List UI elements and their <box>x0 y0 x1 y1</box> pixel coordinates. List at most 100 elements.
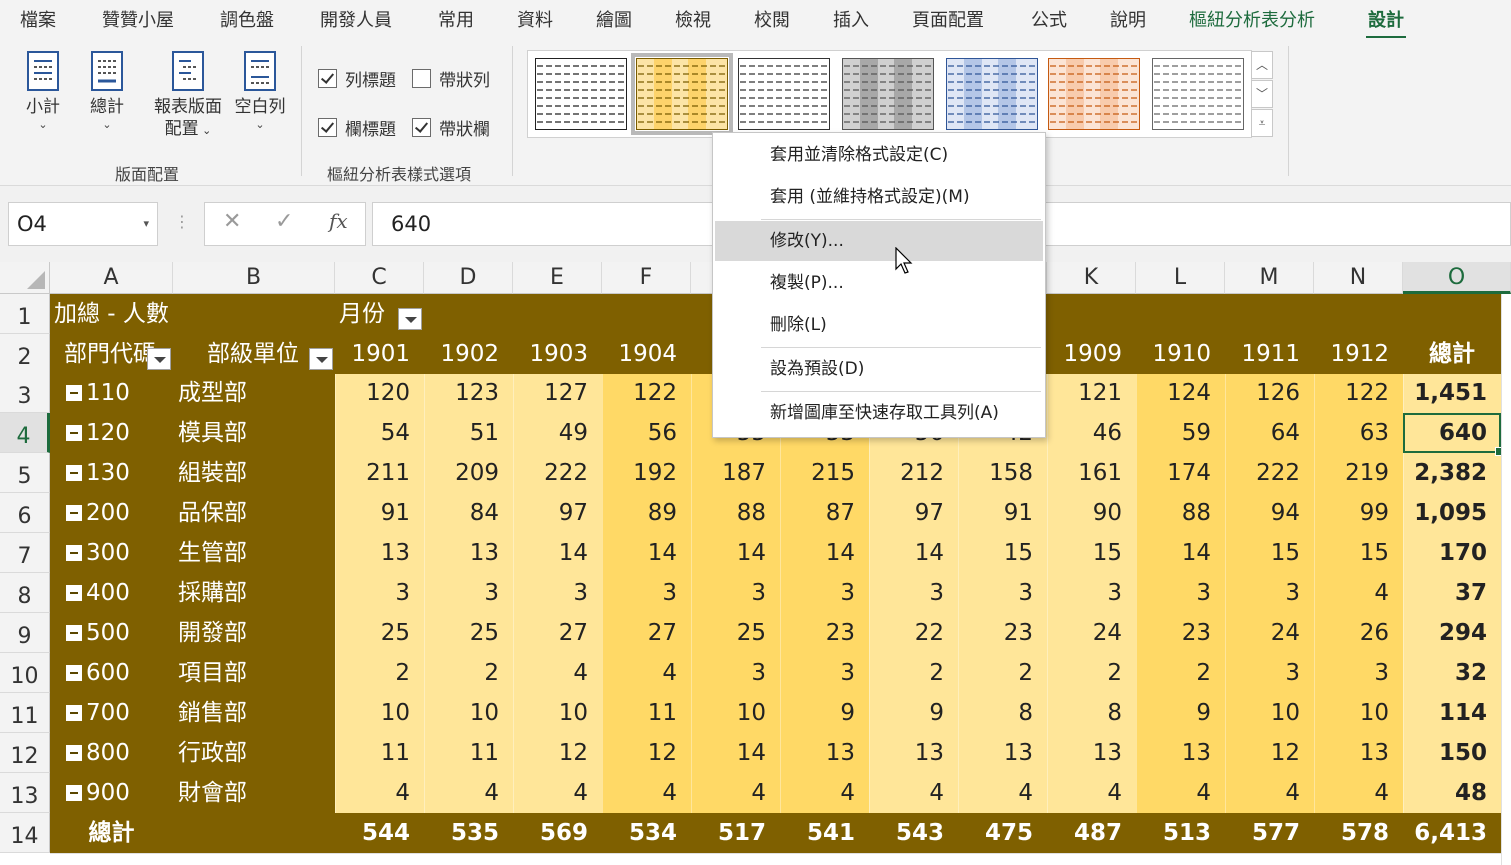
value-cell[interactable]: 14 <box>691 533 780 573</box>
row-header-1[interactable]: 1 <box>0 294 50 334</box>
collapse-minus-icon[interactable] <box>66 505 82 521</box>
collapse-minus-icon[interactable] <box>66 545 82 561</box>
value-cell[interactable]: 2 <box>1136 653 1225 693</box>
tab-pivot-analyze[interactable]: 樞紐分析表分析 <box>1189 6 1315 32</box>
row-total-cell[interactable]: 37 <box>1403 573 1501 613</box>
menu-item-modify[interactable]: 修改(Y)... <box>715 221 1043 261</box>
value-cell[interactable]: 4 <box>958 773 1047 813</box>
tab-view[interactable]: 檢視 <box>675 6 711 32</box>
style-light-gray-swatch[interactable] <box>1152 58 1244 130</box>
dept-name-cell[interactable]: 行政部 <box>178 733 328 773</box>
row-total-cell[interactable]: 32 <box>1403 653 1501 693</box>
tab-page-layout[interactable]: 頁面配置 <box>912 6 984 32</box>
grand-total-cell[interactable]: 6,413 <box>1403 813 1501 853</box>
value-cell[interactable]: 122 <box>1314 373 1403 413</box>
column-header-f[interactable]: F <box>602 262 691 294</box>
column-header-m[interactable]: M <box>1225 262 1314 294</box>
value-cell[interactable]: 158 <box>958 453 1047 493</box>
value-cell[interactable]: 63 <box>1314 413 1403 453</box>
tab-zanzan[interactable]: 贊贊小屋 <box>102 6 174 32</box>
value-cell[interactable]: 4 <box>869 773 958 813</box>
value-cell[interactable]: 4 <box>691 773 780 813</box>
value-cell[interactable]: 14 <box>780 533 869 573</box>
value-cell[interactable]: 3 <box>1047 573 1136 613</box>
value-cell[interactable]: 4 <box>1136 773 1225 813</box>
row-header-14[interactable]: 14 <box>0 813 50 853</box>
tab-insert[interactable]: 插入 <box>833 6 869 32</box>
dept-code-cell[interactable]: 200 <box>66 493 172 533</box>
tab-review[interactable]: 校閱 <box>754 6 790 32</box>
insert-function-icon[interactable]: fx <box>329 209 348 233</box>
value-cell[interactable]: 15 <box>1314 533 1403 573</box>
dept-code-cell[interactable]: 130 <box>66 453 172 493</box>
row-header-2[interactable]: 2 <box>0 334 50 374</box>
value-cell[interactable]: 4 <box>1047 773 1136 813</box>
column-header-o[interactable]: O <box>1403 262 1511 294</box>
row-total-cell[interactable]: 48 <box>1403 773 1501 813</box>
value-cell[interactable]: 4 <box>513 773 602 813</box>
enter-icon[interactable]: ✓ <box>275 209 293 234</box>
value-cell[interactable]: 4 <box>335 773 424 813</box>
value-cell[interactable]: 15 <box>958 533 1047 573</box>
gallery-scroll-down-button[interactable]: ﹀ <box>1251 80 1273 108</box>
value-cell[interactable]: 14 <box>1136 533 1225 573</box>
value-cell[interactable]: 121 <box>1047 373 1136 413</box>
dept-code-cell[interactable]: 700 <box>66 693 172 733</box>
dept-name-cell[interactable]: 品保部 <box>178 493 328 533</box>
value-cell[interactable]: 15 <box>1225 533 1314 573</box>
value-cell[interactable]: 3 <box>691 653 780 693</box>
row-header-5[interactable]: 5 <box>0 453 50 493</box>
dept-code-cell[interactable]: 800 <box>66 733 172 773</box>
value-cell[interactable]: 87 <box>780 493 869 533</box>
cancel-icon[interactable]: ✕ <box>223 209 241 234</box>
value-cell[interactable]: 23 <box>780 613 869 653</box>
value-cell[interactable]: 4 <box>780 773 869 813</box>
row-total-cell[interactable]: 114 <box>1403 693 1501 733</box>
row-total-cell[interactable]: 1,095 <box>1403 493 1501 533</box>
value-cell[interactable]: 2 <box>869 653 958 693</box>
style-gold-swatch[interactable] <box>631 53 733 135</box>
report-layout-button[interactable]: 報表版面 配置 ⌄ <box>150 50 226 142</box>
value-cell[interactable]: 13 <box>1314 733 1403 773</box>
value-cell[interactable]: 23 <box>1136 613 1225 653</box>
dept-code-cell[interactable]: 110 <box>66 373 172 413</box>
value-cell[interactable]: 12 <box>1225 733 1314 773</box>
value-cell[interactable]: 187 <box>691 453 780 493</box>
collapse-minus-icon[interactable] <box>66 425 82 441</box>
tab-home[interactable]: 常用 <box>438 6 474 32</box>
value-cell[interactable]: 27 <box>602 613 691 653</box>
value-cell[interactable]: 64 <box>1225 413 1314 453</box>
dept-name-cell[interactable]: 開發部 <box>178 613 328 653</box>
value-cell[interactable]: 59 <box>1136 413 1225 453</box>
column-total-cell[interactable]: 541 <box>780 813 869 853</box>
select-all-corner[interactable] <box>0 262 50 294</box>
value-cell[interactable]: 91 <box>335 493 424 533</box>
row-header-4[interactable]: 4 <box>0 413 50 453</box>
value-cell[interactable]: 14 <box>602 533 691 573</box>
value-cell[interactable]: 3 <box>1225 573 1314 613</box>
value-cell[interactable]: 212 <box>869 453 958 493</box>
value-cell[interactable]: 94 <box>1225 493 1314 533</box>
row-header-10[interactable]: 10 <box>0 653 50 693</box>
value-cell[interactable]: 13 <box>780 733 869 773</box>
column-total-cell[interactable]: 475 <box>958 813 1047 853</box>
row-header-8[interactable]: 8 <box>0 573 50 613</box>
menu-item-set-default[interactable]: 設為預設(D) <box>715 349 1043 389</box>
dept-name-cell[interactable]: 銷售部 <box>178 693 328 733</box>
value-cell[interactable]: 3 <box>1314 653 1403 693</box>
gallery-scroll-up-button[interactable]: ︿ <box>1251 51 1273 79</box>
row-header-3[interactable]: 3 <box>0 373 50 413</box>
value-cell[interactable]: 23 <box>958 613 1047 653</box>
value-cell[interactable]: 10 <box>513 693 602 733</box>
row-header-12[interactable]: 12 <box>0 733 50 773</box>
dept-name-cell[interactable]: 組裝部 <box>178 453 328 493</box>
column-total-cell[interactable]: 534 <box>602 813 691 853</box>
value-cell[interactable]: 11 <box>335 733 424 773</box>
column-header-d[interactable]: D <box>424 262 513 294</box>
value-cell[interactable]: 14 <box>513 533 602 573</box>
tab-palette[interactable]: 調色盤 <box>220 6 274 32</box>
value-cell[interactable]: 4 <box>602 653 691 693</box>
value-cell[interactable]: 3 <box>780 573 869 613</box>
row-total-cell[interactable]: 2,382 <box>1403 453 1501 493</box>
column-total-cell[interactable]: 513 <box>1136 813 1225 853</box>
